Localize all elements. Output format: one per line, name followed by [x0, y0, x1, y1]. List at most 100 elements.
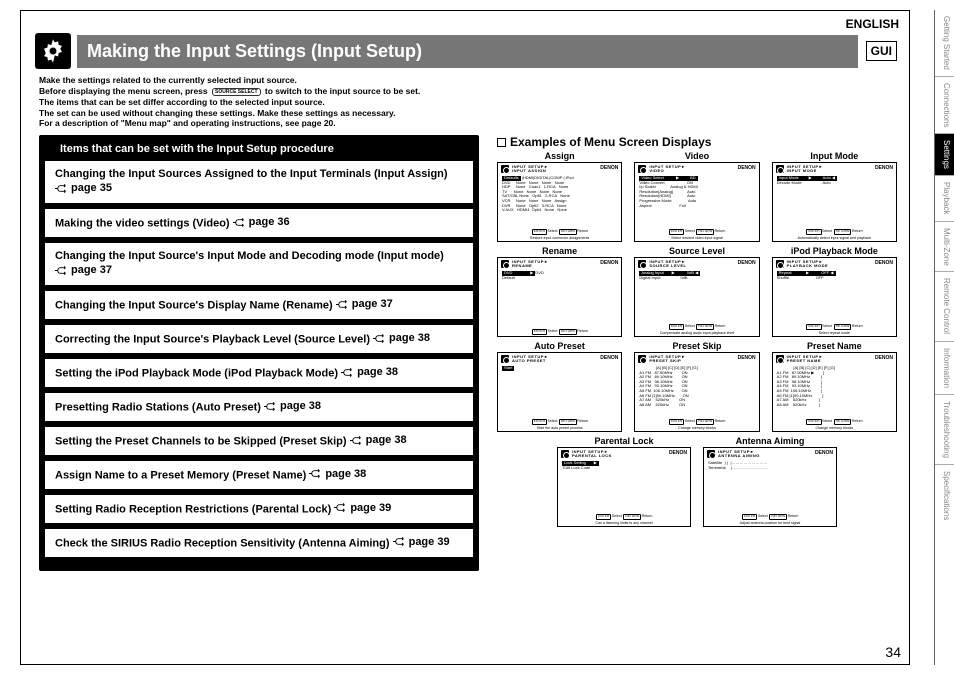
- screen-icon: [638, 165, 646, 173]
- screen-cell: Source LevelINPUT SETUP► SOURCE LEVELDEN…: [634, 246, 759, 337]
- side-tabs: Getting StartedConnectionsSettingsPlayba…: [934, 10, 954, 665]
- side-tab[interactable]: Troubleshooting: [935, 395, 954, 465]
- items-panel: Items that can be set with the Input Set…: [39, 135, 479, 571]
- screen-footer: ENTERSelect RETURNReturnSelect desired v…: [635, 228, 758, 241]
- denon-logo: DENON: [600, 356, 618, 362]
- setup-item[interactable]: Making the video settings (Video) page 3…: [45, 209, 473, 237]
- screen-icon: [776, 165, 784, 173]
- denon-logo: DENON: [600, 261, 618, 267]
- screen-body: [A] [B] [C] [D] [E] [F] [G] A1 FM 87.50M…: [773, 365, 896, 418]
- setup-item[interactable]: Changing the Input Source's Display Name…: [45, 291, 473, 319]
- screen-footer: ENTERSelect RETURNReturnChange memory bl…: [635, 418, 758, 431]
- denon-logo: DENON: [815, 451, 833, 457]
- screen-body: Repeat ▶ OFF ◀ Shuffle OFF: [773, 270, 896, 323]
- mini-screen: INPUT SETUP► SOURCE LEVELDENONAnalog Inp…: [634, 257, 759, 337]
- intro-line: The items that can be set differ accordi…: [39, 97, 479, 108]
- intro-part: Before displaying the menu screen, press: [39, 86, 208, 96]
- screen-body: Lock Setting ▶ Edit Lock Code: [558, 460, 690, 513]
- setup-item[interactable]: Correcting the Input Source's Playback L…: [45, 325, 473, 353]
- screen-footer: ENTERSelect RETURNReturnSelect repeat mo…: [773, 323, 896, 336]
- screen-title: Preset Name: [772, 341, 897, 351]
- screen-title: iPod Playback Mode: [772, 246, 897, 256]
- screen-body: Video Select ▶ BD Video Convert ON i/p S…: [635, 175, 758, 228]
- intro-line: Make the settings related to the current…: [39, 75, 479, 86]
- screen-body: Start: [498, 365, 621, 418]
- mini-screen: INPUT SETUP► RENAMEDENONDVD ▶DVD Default…: [497, 257, 622, 337]
- setup-item[interactable]: Presetting Radio Stations (Auto Preset) …: [45, 393, 473, 421]
- screen-body: [A] [B] [C] [D] [E] [F] [G] A1 FM 87.50M…: [635, 365, 758, 418]
- intro-part: to switch to the input source to be set.: [265, 86, 420, 96]
- intro-line: Before displaying the menu screen, press…: [39, 86, 479, 97]
- setup-item[interactable]: Assign Name to a Preset Memory (Preset N…: [45, 461, 473, 489]
- page-ref-icon: page 38: [373, 331, 430, 345]
- screen-footer: ENTERSelect RETURNReturnChange memory bl…: [773, 418, 896, 431]
- side-tab[interactable]: Connections: [935, 77, 954, 134]
- screen-title: Antenna Aiming: [703, 436, 837, 446]
- screen-crumb: INPUT SETUP► PRESET SKIP: [649, 355, 734, 364]
- mini-screen: INPUT SETUP► PRESET SKIPDENON [A] [B] [C…: [634, 352, 759, 432]
- setup-item[interactable]: Setting the iPod Playback Mode (iPod Pla…: [45, 359, 473, 387]
- screen-body: Satellite ) ) |……………………… Terrestrial |………: [704, 460, 836, 513]
- screen-cell: Input ModeINPUT SETUP► INPUT MODEDENONIn…: [772, 151, 897, 242]
- page-number: 34: [885, 644, 901, 660]
- screen-cell: Preset NameINPUT SETUP► PRESET NAMEDENON…: [772, 341, 897, 432]
- screen-body: Input Mode ▶ Auto ◀ Decode Mode Auto: [773, 175, 896, 228]
- side-tab[interactable]: Settings: [935, 134, 954, 176]
- setup-item[interactable]: Check the SIRIUS Radio Reception Sensiti…: [45, 529, 473, 557]
- page-frame: ENGLISH Making the Input Settings (Input…: [20, 10, 910, 665]
- page-ref-icon: page 36: [233, 215, 290, 229]
- denon-logo: DENON: [738, 261, 756, 267]
- screen-icon: [638, 260, 646, 268]
- screen-crumb: INPUT SETUP► ANTENNA AIMING: [718, 450, 812, 459]
- screen-icon: [501, 355, 509, 363]
- denon-logo: DENON: [875, 356, 893, 362]
- denon-logo: DENON: [600, 166, 618, 172]
- screen-crumb: INPUT SETUP► PRESET NAME: [787, 355, 872, 364]
- denon-logo: DENON: [875, 166, 893, 172]
- gui-badge: GUI: [866, 41, 897, 61]
- mini-screen: INPUT SETUP► VIDEODENONVideo Select ▶ BD…: [634, 162, 759, 242]
- header-bar: Making the Input Settings (Input Setup) …: [35, 33, 897, 69]
- mini-screen: INPUT SETUP► ANTENNA AIMINGDENON Satellit…: [703, 447, 837, 527]
- screen-crumb: INPUT SETUP► AUTO PRESET: [512, 355, 597, 364]
- screen-icon: [501, 260, 509, 268]
- screen-cell: VideoINPUT SETUP► VIDEODENONVideo Select…: [634, 151, 759, 242]
- screen-title: Video: [634, 151, 759, 161]
- side-tab[interactable]: Remote Control: [935, 272, 954, 341]
- screen-body: Defaults |HDMI|DIGITAL|COMP | iPod DVD N…: [498, 175, 621, 228]
- screen-footer: ENTERSelect RETURNReturnAdjust antenna p…: [704, 513, 836, 526]
- side-tab[interactable]: Information: [935, 342, 954, 395]
- screen-footer: ENTERSelect RETURNReturnAutomatically de…: [773, 228, 896, 241]
- side-tab[interactable]: Playback: [935, 176, 954, 221]
- intro-text: Make the settings related to the current…: [39, 75, 479, 129]
- page-ref-icon: page 35: [55, 181, 112, 195]
- screen-title: Source Level: [634, 246, 759, 256]
- denon-logo: DENON: [738, 166, 756, 172]
- page-ref-icon: page 38: [309, 467, 366, 481]
- screen-icon: [776, 260, 784, 268]
- page-ref-icon: page 39: [393, 535, 450, 549]
- screen-title: Rename: [497, 246, 622, 256]
- setup-item[interactable]: Changing the Input Source's Input Mode a…: [45, 243, 473, 285]
- side-tab[interactable]: Getting Started: [935, 10, 954, 77]
- page-ref-icon: page 38: [264, 399, 321, 413]
- side-tab[interactable]: Specifications: [935, 465, 954, 526]
- screen-footer: ENTERSelect RETURNReturnCompensate analo…: [635, 323, 758, 336]
- screen-footer: ENTERSelect RETURNReturnRestore input co…: [498, 228, 621, 241]
- setup-item[interactable]: Changing the Input Sources Assigned to t…: [45, 161, 473, 203]
- examples-heading: Examples of Menu Screen Displays: [497, 135, 897, 149]
- setup-item[interactable]: Setting the Preset Channels to be Skippe…: [45, 427, 473, 455]
- gear-icon-svg: [39, 37, 67, 65]
- setup-item[interactable]: Setting Radio Reception Restrictions (Pa…: [45, 495, 473, 523]
- mini-screen: INPUT SETUP► AUTO PRESETDENONStartENTERS…: [497, 352, 622, 432]
- screen-crumb: INPUT SETUP► PARENTAL LOCK: [572, 450, 666, 459]
- side-tab[interactable]: Multi-Zone: [935, 222, 954, 273]
- screen-icon: [638, 355, 646, 363]
- mini-screen: INPUT SETUP► PARENTAL LOCKDENONLock Sett…: [557, 447, 691, 527]
- mini-screen: INPUT SETUP► PRESET NAMEDENON [A] [B] [C…: [772, 352, 897, 432]
- intro-line: For a description of "Menu map" and oper…: [39, 118, 479, 129]
- page-ref-icon: page 38: [350, 433, 407, 447]
- gear-icon: [35, 33, 71, 69]
- screen-crumb: INPUT SETUP► PLAYBACK MODE: [787, 260, 872, 269]
- screen-cell: AssignINPUT SETUP► INPUT ASSIGNDENONDefa…: [497, 151, 622, 242]
